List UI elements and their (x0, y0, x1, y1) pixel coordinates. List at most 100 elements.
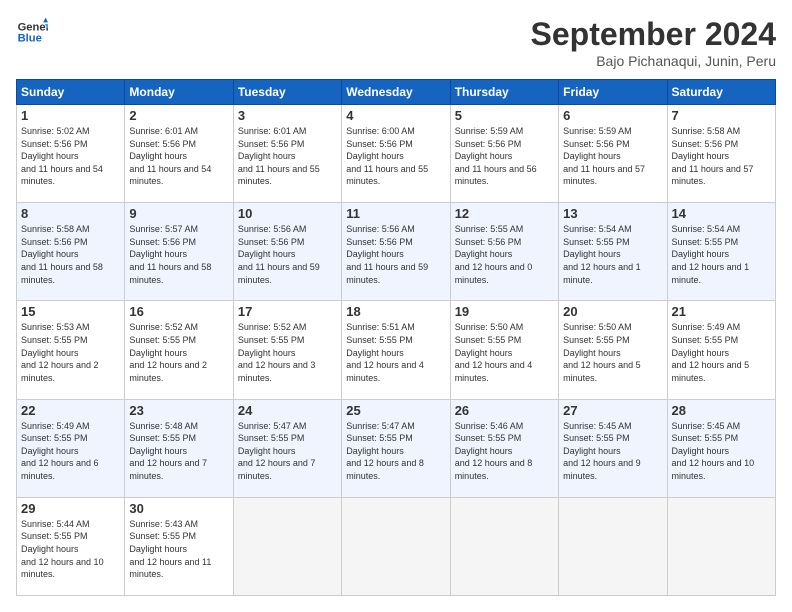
day-cell-8: 8Sunrise: 5:58 AMSunset: 5:56 PMDaylight… (17, 203, 125, 301)
day-cell-15: 15Sunrise: 5:53 AMSunset: 5:55 PMDayligh… (17, 301, 125, 399)
day-cell-12: 12 Sunrise: 5:55 AMSunset: 5:56 PMDayligh… (450, 203, 558, 301)
day-cell-20: 20Sunrise: 5:50 AMSunset: 5:55 PMDayligh… (559, 301, 667, 399)
day-number: 30 (129, 501, 228, 516)
day-cell-29: 29Sunrise: 5:44 AMSunset: 5:55 PMDayligh… (17, 497, 125, 595)
day-cell-2: 2Sunrise: 6:01 AMSunset: 5:56 PMDaylight… (125, 105, 233, 203)
day-number: 6 (563, 108, 662, 123)
day-cell-1: 1Sunrise: 5:02 AMSunset: 5:56 PMDaylight… (17, 105, 125, 203)
day-info: Sunrise: 5:48 AMSunset: 5:55 PMDaylight … (129, 420, 228, 483)
day-info: Sunrise: 5:54 AMSunset: 5:55 PMDaylight … (563, 223, 662, 286)
day-info: Sunrise: 5:58 AMSunset: 5:56 PMDaylight … (672, 125, 771, 188)
day-info: Sunrise: 5:43 AMSunset: 5:55 PMDaylight … (129, 518, 228, 581)
empty-cell (342, 497, 450, 595)
day-info: Sunrise: 5:58 AMSunset: 5:56 PMDaylight … (21, 223, 120, 286)
day-cell-14: 14 Sunrise: 5:54 AMSunset: 5:55 PMDayligh… (667, 203, 775, 301)
empty-cell (667, 497, 775, 595)
day-cell-22: 22 Sunrise: 5:49 AMSunset: 5:55 PMDayligh… (17, 399, 125, 497)
day-info: Sunrise: 5:45 AMSunset: 5:55 PMDaylight … (563, 420, 662, 483)
day-cell-9: 9Sunrise: 5:57 AMSunset: 5:56 PMDaylight… (125, 203, 233, 301)
day-number: 13 (563, 206, 662, 221)
day-info: Sunrise: 6:01 AMSunset: 5:56 PMDaylight … (129, 125, 228, 188)
header-sunday: Sunday (17, 80, 125, 105)
header-wednesday: Wednesday (342, 80, 450, 105)
day-number: 11 (346, 206, 445, 221)
day-cell-24: 24 Sunrise: 5:47 AMSunset: 5:55 PMDayligh… (233, 399, 341, 497)
calendar-week-1: 1Sunrise: 5:02 AMSunset: 5:56 PMDaylight… (17, 105, 776, 203)
day-cell-3: 3 Sunrise: 6:01 AMSunset: 5:56 PMDaylight… (233, 105, 341, 203)
day-cell-7: 7Sunrise: 5:58 AMSunset: 5:56 PMDaylight… (667, 105, 775, 203)
day-cell-25: 25Sunrise: 5:47 AMSunset: 5:55 PMDayligh… (342, 399, 450, 497)
day-number: 23 (129, 403, 228, 418)
day-cell-30: 30 Sunrise: 5:43 AMSunset: 5:55 PMDayligh… (125, 497, 233, 595)
day-number: 4 (346, 108, 445, 123)
header-saturday: Saturday (667, 80, 775, 105)
calendar-week-3: 15Sunrise: 5:53 AMSunset: 5:55 PMDayligh… (17, 301, 776, 399)
day-cell-16: 16 Sunrise: 5:52 AMSunset: 5:55 PMDayligh… (125, 301, 233, 399)
header-thursday: Thursday (450, 80, 558, 105)
day-info: Sunrise: 5:02 AMSunset: 5:56 PMDaylight … (21, 125, 120, 188)
day-number: 20 (563, 304, 662, 319)
day-info: Sunrise: 6:01 AMSunset: 5:56 PMDaylight … (238, 125, 337, 188)
page: General Blue September 2024 Bajo Pichana… (0, 0, 792, 612)
day-number: 26 (455, 403, 554, 418)
day-cell-27: 27 Sunrise: 5:45 AMSunset: 5:55 PMDayligh… (559, 399, 667, 497)
day-number: 19 (455, 304, 554, 319)
calendar-week-4: 22 Sunrise: 5:49 AMSunset: 5:55 PMDayligh… (17, 399, 776, 497)
day-info: Sunrise: 6:00 AMSunset: 5:56 PMDaylight … (346, 125, 445, 188)
logo-icon: General Blue (16, 16, 48, 48)
day-cell-5: 5 Sunrise: 5:59 AMSunset: 5:56 PMDaylight… (450, 105, 558, 203)
month-title: September 2024 (531, 16, 776, 53)
day-cell-26: 26 Sunrise: 5:46 AMSunset: 5:55 PMDayligh… (450, 399, 558, 497)
day-number: 27 (563, 403, 662, 418)
logo: General Blue (16, 16, 48, 48)
day-cell-10: 10 Sunrise: 5:56 AMSunset: 5:56 PMDayligh… (233, 203, 341, 301)
day-number: 16 (129, 304, 228, 319)
day-cell-21: 21Sunrise: 5:49 AMSunset: 5:55 PMDayligh… (667, 301, 775, 399)
day-info: Sunrise: 5:54 AMSunset: 5:55 PMDaylight … (672, 223, 771, 286)
day-cell-19: 19Sunrise: 5:50 AMSunset: 5:55 PMDayligh… (450, 301, 558, 399)
calendar-week-2: 8Sunrise: 5:58 AMSunset: 5:56 PMDaylight… (17, 203, 776, 301)
day-info: Sunrise: 5:55 AMSunset: 5:56 PMDaylight … (455, 223, 554, 286)
day-number: 10 (238, 206, 337, 221)
calendar-table: Sunday Monday Tuesday Wednesday Thursday… (16, 79, 776, 596)
day-info: Sunrise: 5:56 AMSunset: 5:56 PMDaylight … (346, 223, 445, 286)
day-number: 21 (672, 304, 771, 319)
day-info: Sunrise: 5:59 AMSunset: 5:56 PMDaylight … (455, 125, 554, 188)
day-info: Sunrise: 5:52 AMSunset: 5:55 PMDaylight … (129, 321, 228, 384)
day-cell-28: 28Sunrise: 5:45 AMSunset: 5:55 PMDayligh… (667, 399, 775, 497)
day-number: 18 (346, 304, 445, 319)
day-info: Sunrise: 5:51 AMSunset: 5:55 PMDaylight … (346, 321, 445, 384)
day-number: 5 (455, 108, 554, 123)
day-info: Sunrise: 5:47 AMSunset: 5:55 PMDaylight … (238, 420, 337, 483)
day-cell-6: 6 Sunrise: 5:59 AMSunset: 5:56 PMDaylight… (559, 105, 667, 203)
header-tuesday: Tuesday (233, 80, 341, 105)
day-info: Sunrise: 5:57 AMSunset: 5:56 PMDaylight … (129, 223, 228, 286)
day-info: Sunrise: 5:44 AMSunset: 5:55 PMDaylight … (21, 518, 120, 581)
empty-cell (450, 497, 558, 595)
day-number: 12 (455, 206, 554, 221)
day-number: 17 (238, 304, 337, 319)
day-info: Sunrise: 5:59 AMSunset: 5:56 PMDaylight … (563, 125, 662, 188)
empty-cell (559, 497, 667, 595)
svg-text:General: General (18, 21, 48, 33)
header: General Blue September 2024 Bajo Pichana… (16, 16, 776, 69)
header-friday: Friday (559, 80, 667, 105)
day-number: 3 (238, 108, 337, 123)
location-subtitle: Bajo Pichanaqui, Junin, Peru (531, 53, 776, 69)
day-number: 24 (238, 403, 337, 418)
day-cell-17: 17Sunrise: 5:52 AMSunset: 5:55 PMDayligh… (233, 301, 341, 399)
day-cell-13: 13 Sunrise: 5:54 AMSunset: 5:55 PMDayligh… (559, 203, 667, 301)
day-info: Sunrise: 5:49 AMSunset: 5:55 PMDaylight … (21, 420, 120, 483)
day-number: 22 (21, 403, 120, 418)
day-info: Sunrise: 5:46 AMSunset: 5:55 PMDaylight … (455, 420, 554, 483)
day-info: Sunrise: 5:56 AMSunset: 5:56 PMDaylight … (238, 223, 337, 286)
day-info: Sunrise: 5:47 AMSunset: 5:55 PMDaylight … (346, 420, 445, 483)
day-cell-18: 18 Sunrise: 5:51 AMSunset: 5:55 PMDayligh… (342, 301, 450, 399)
title-area: September 2024 Bajo Pichanaqui, Junin, P… (531, 16, 776, 69)
day-number: 28 (672, 403, 771, 418)
day-cell-23: 23 Sunrise: 5:48 AMSunset: 5:55 PMDayligh… (125, 399, 233, 497)
day-number: 14 (672, 206, 771, 221)
svg-text:Blue: Blue (18, 33, 42, 45)
day-cell-11: 11 Sunrise: 5:56 AMSunset: 5:56 PMDayligh… (342, 203, 450, 301)
day-number: 15 (21, 304, 120, 319)
